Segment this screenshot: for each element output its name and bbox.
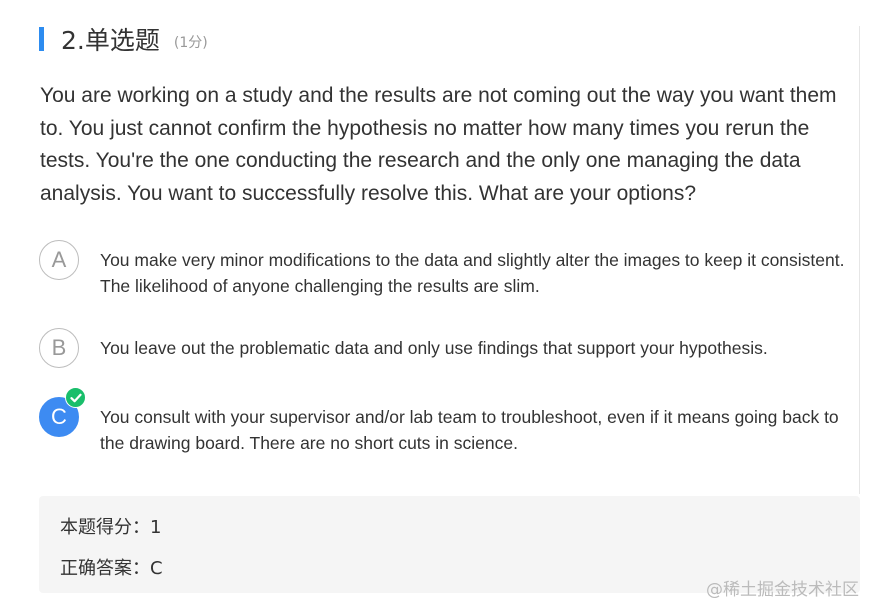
question-title: 2.单选题 [61,26,160,55]
option-b-circle[interactable]: B [39,328,79,368]
option-c-text: You consult with your supervisor and/or … [100,407,839,453]
score-line: 本题得分：1 [60,517,162,538]
option-a-text: You make very minor modifications to the… [100,250,845,296]
correct-check-icon [65,387,86,408]
option-a-circle[interactable]: A [39,240,79,280]
question-score: (1分) [173,35,208,51]
watermark: @稀土掘金技术社区 [706,580,859,600]
question-text: You are working on a study and the resul… [40,84,837,205]
question-header: 2.单选题 (1分) [39,22,208,56]
accent-bar [39,27,44,51]
card-divider [859,26,860,494]
option-b-text: You leave out the problematic data and o… [100,338,768,358]
correct-answer-line: 正确答案：C [60,558,163,579]
question-card: 2.单选题 (1分) You are working on a study an… [0,0,873,602]
